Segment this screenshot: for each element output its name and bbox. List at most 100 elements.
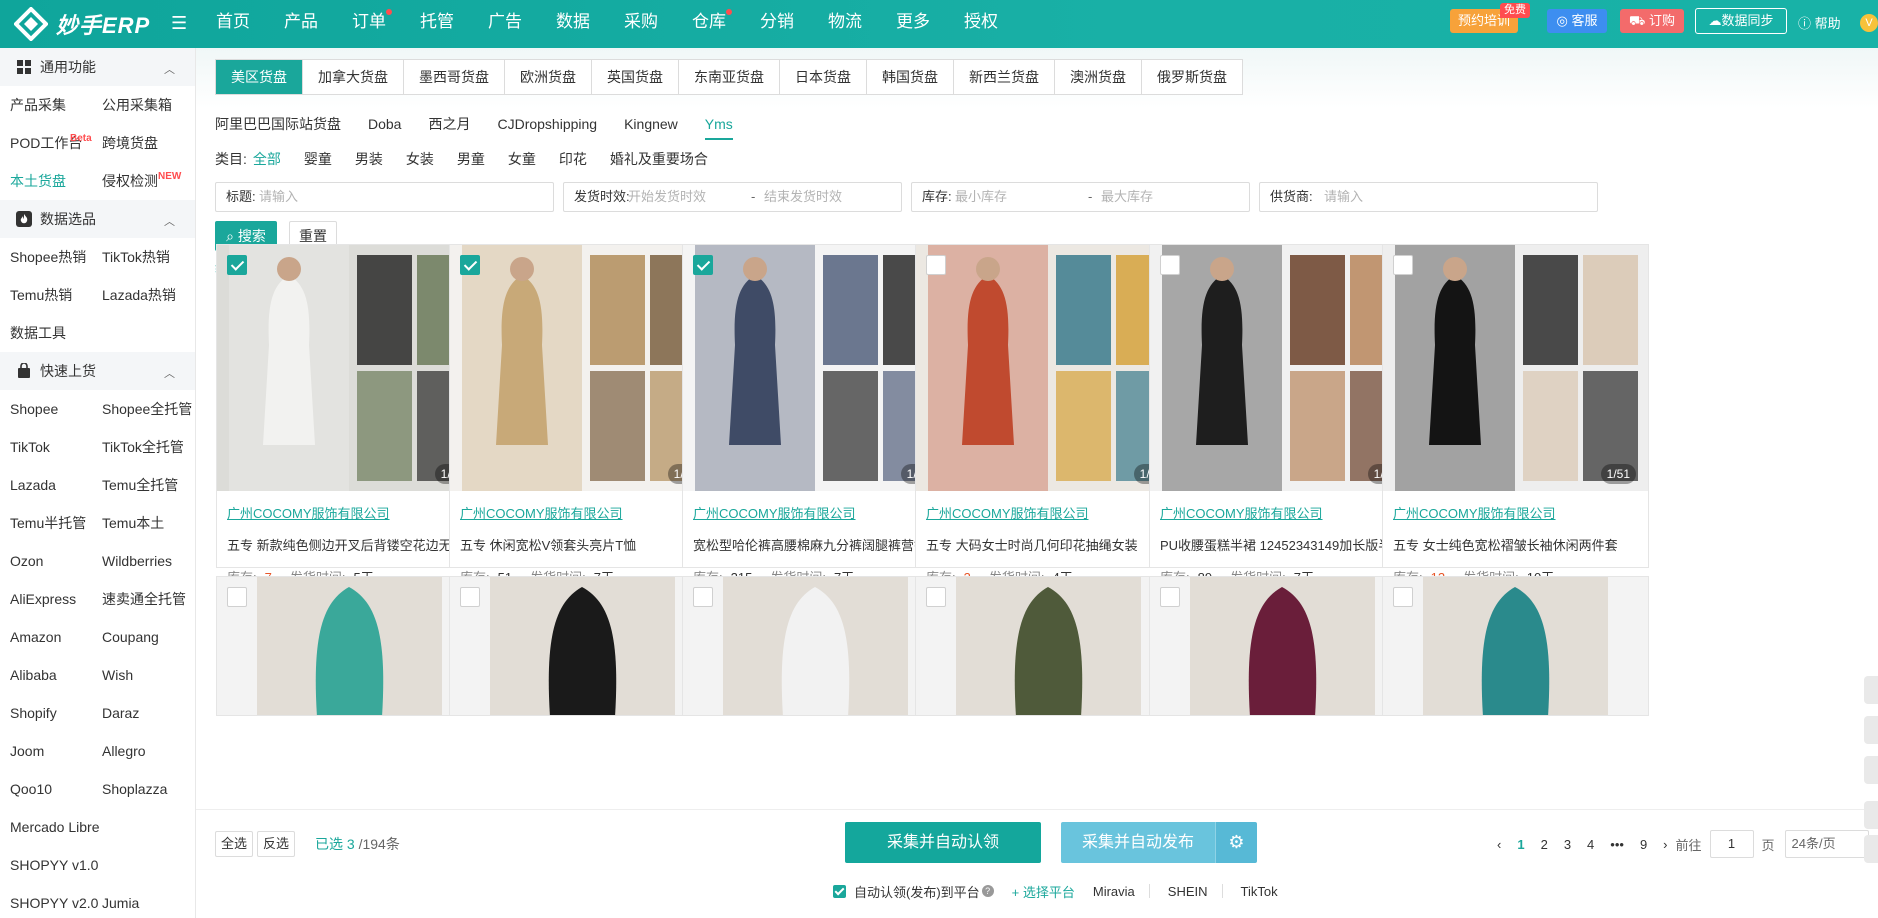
product-image[interactable]: [1150, 245, 1415, 491]
sidebar-item[interactable]: 产品采集: [10, 86, 102, 124]
category-item[interactable]: 男装: [355, 148, 383, 170]
sidebar-item[interactable]: 速卖通全托管: [102, 580, 195, 618]
category-item[interactable]: 全部: [253, 148, 281, 170]
product-image[interactable]: [916, 577, 1181, 715]
sidebar-item[interactable]: Lazada: [10, 466, 102, 504]
product-checkbox[interactable]: [460, 255, 480, 275]
nav-item[interactable]: 产品: [270, 0, 332, 48]
product-card[interactable]: 1/51广州COCOMY服饰有限公司五专 女士纯色宽松褶皱长袖休闲两件套库存:1…: [1382, 244, 1649, 618]
supplier-link[interactable]: 广州COCOMY服饰有限公司: [227, 503, 390, 522]
prev-page-icon[interactable]: ‹: [1497, 837, 1501, 852]
nav-item[interactable]: 更多: [882, 0, 944, 48]
tab-region[interactable]: 日本货盘: [780, 60, 867, 94]
menu-toggle-icon[interactable]: ☰: [171, 14, 189, 32]
sidebar-item[interactable]: Allegro: [102, 732, 195, 770]
product-checkbox[interactable]: [693, 587, 713, 607]
product-card[interactable]: [1149, 576, 1416, 716]
chevron-up-icon[interactable]: ︿: [164, 365, 175, 381]
product-image[interactable]: [217, 577, 482, 715]
sidebar-item[interactable]: Shopee: [10, 390, 102, 428]
product-card[interactable]: [682, 576, 949, 716]
product-card[interactable]: 1/16广州COCOMY服饰有限公司宽松型哈伦裤高腰棉麻九分裤阔腿裤营销款库存:…: [682, 244, 949, 618]
sidebar-item[interactable]: Wildberries: [102, 542, 195, 580]
dock-handle-4[interactable]: [1864, 801, 1878, 829]
nav-item[interactable]: 首页: [202, 0, 264, 48]
product-image[interactable]: [1383, 245, 1648, 491]
product-checkbox[interactable]: [227, 587, 247, 607]
product-image[interactable]: [217, 245, 482, 491]
page-jump-input[interactable]: 1: [1709, 830, 1754, 858]
product-image[interactable]: [450, 577, 715, 715]
product-image[interactable]: [916, 245, 1181, 491]
product-title[interactable]: 五专 新款纯色侧边开叉后背镂空花边无袖连衣裙: [227, 535, 475, 554]
nav-item[interactable]: 托管: [406, 0, 468, 48]
product-card[interactable]: 1/20广州COCOMY服饰有限公司五专 大码女士时尚几何印花抽绳女装库存:3发…: [915, 244, 1182, 618]
sidebar-item[interactable]: Temu本土: [102, 504, 195, 542]
sidebar-section-header[interactable]: 数据选品 ︿: [0, 200, 195, 238]
nav-item[interactable]: 仓库: [678, 0, 740, 48]
sidebar-item[interactable]: Amazon: [10, 618, 102, 656]
tab-source[interactable]: Kingnew: [624, 110, 678, 138]
choose-platform-link[interactable]: + 选择平台: [1012, 882, 1075, 901]
sidebar-item[interactable]: 侵权检测 NEW: [102, 162, 195, 200]
product-card[interactable]: 1/18广州COCOMY服饰有限公司五专 休闲宽松V领套头亮片T恤库存:51发货…: [449, 244, 716, 618]
sidebar-item[interactable]: Mercado Libre: [10, 808, 102, 846]
product-image[interactable]: [683, 577, 948, 715]
sidebar-item[interactable]: Temu半托管: [10, 504, 102, 542]
product-checkbox[interactable]: [460, 587, 480, 607]
next-page-icon[interactable]: ›: [1663, 837, 1667, 852]
sidebar-item[interactable]: 本土货盘: [10, 162, 102, 200]
product-title[interactable]: 宽松型哈伦裤高腰棉麻九分裤阔腿裤营销款: [693, 535, 941, 554]
category-item[interactable]: 女童: [508, 148, 536, 170]
tab-source[interactable]: 阿里巴巴国际站货盘: [215, 110, 341, 138]
product-image[interactable]: [450, 245, 715, 491]
sidebar-item[interactable]: 公用采集箱: [102, 86, 195, 124]
sidebar-item[interactable]: Joom: [10, 732, 102, 770]
sidebar-item[interactable]: TikTok全托管: [102, 428, 195, 466]
sidebar-item[interactable]: Ozon: [10, 542, 102, 580]
product-title[interactable]: PU收腰蛋糕半裙 12452343149加长版半身裙: [1160, 535, 1408, 554]
supplier-link[interactable]: 广州COCOMY服饰有限公司: [1160, 503, 1323, 522]
product-image[interactable]: [1150, 577, 1415, 715]
sidebar-item[interactable]: SHOPYY v2.0: [10, 884, 102, 918]
select-all-button[interactable]: 全选: [215, 831, 253, 857]
page-number[interactable]: 9: [1640, 837, 1647, 852]
customer-service-button[interactable]: ◎ 客服: [1547, 9, 1607, 33]
sidebar-item[interactable]: 数据工具: [10, 314, 102, 352]
product-image[interactable]: [683, 245, 948, 491]
sidebar-item[interactable]: TikTok: [10, 428, 102, 466]
page-number[interactable]: 4: [1587, 837, 1594, 852]
tab-region[interactable]: 美区货盘: [216, 60, 303, 94]
product-image[interactable]: [1383, 577, 1648, 715]
product-card[interactable]: 1/72广州COCOMY服饰有限公司五专 新款纯色侧边开叉后背镂空花边无袖连衣裙…: [216, 244, 483, 618]
tab-source[interactable]: CJDropshipping: [497, 110, 597, 138]
platform-tag[interactable]: SHEIN: [1168, 884, 1208, 899]
category-item[interactable]: 男童: [457, 148, 485, 170]
platform-tag[interactable]: Miravia: [1093, 884, 1135, 899]
dock-handle-2[interactable]: [1864, 716, 1878, 744]
category-item[interactable]: 女装: [406, 148, 434, 170]
product-card[interactable]: [449, 576, 716, 716]
product-checkbox[interactable]: [926, 255, 946, 275]
product-checkbox[interactable]: [1160, 587, 1180, 607]
category-item[interactable]: 婚礼及重要场合: [610, 148, 708, 170]
question-icon[interactable]: ?: [981, 885, 994, 897]
title-field[interactable]: 标题: 请输入: [215, 182, 554, 212]
app-logo[interactable]: 妙手ERP: [13, 6, 150, 42]
tab-region[interactable]: 俄罗斯货盘: [1142, 60, 1242, 94]
product-title[interactable]: 五专 女士纯色宽松褶皱长袖休闲两件套: [1393, 535, 1641, 554]
tab-region[interactable]: 新西兰货盘: [954, 60, 1055, 94]
sidebar-item[interactable]: Coupang: [102, 618, 195, 656]
tab-region[interactable]: 澳洲货盘: [1055, 60, 1142, 94]
ship-time-field[interactable]: 发货时效: 开始发货时效 - 结束发货时效: [563, 182, 902, 212]
sidebar-section-header[interactable]: 快速上货 ︿: [0, 352, 195, 390]
stock-field[interactable]: 库存: 最小库存 - 最大库存: [911, 182, 1250, 212]
dock-handle-1[interactable]: [1864, 676, 1878, 704]
sidebar-item[interactable]: POD工作台 Beta: [10, 124, 102, 162]
supplier-link[interactable]: 广州COCOMY服饰有限公司: [693, 503, 856, 522]
category-item[interactable]: 印花: [559, 148, 587, 170]
tab-source[interactable]: Yms: [704, 110, 733, 140]
supplier-link[interactable]: 广州COCOMY服饰有限公司: [460, 503, 623, 522]
nav-item[interactable]: 订单: [338, 0, 400, 48]
sidebar-item[interactable]: Shopee全托管: [102, 390, 195, 428]
